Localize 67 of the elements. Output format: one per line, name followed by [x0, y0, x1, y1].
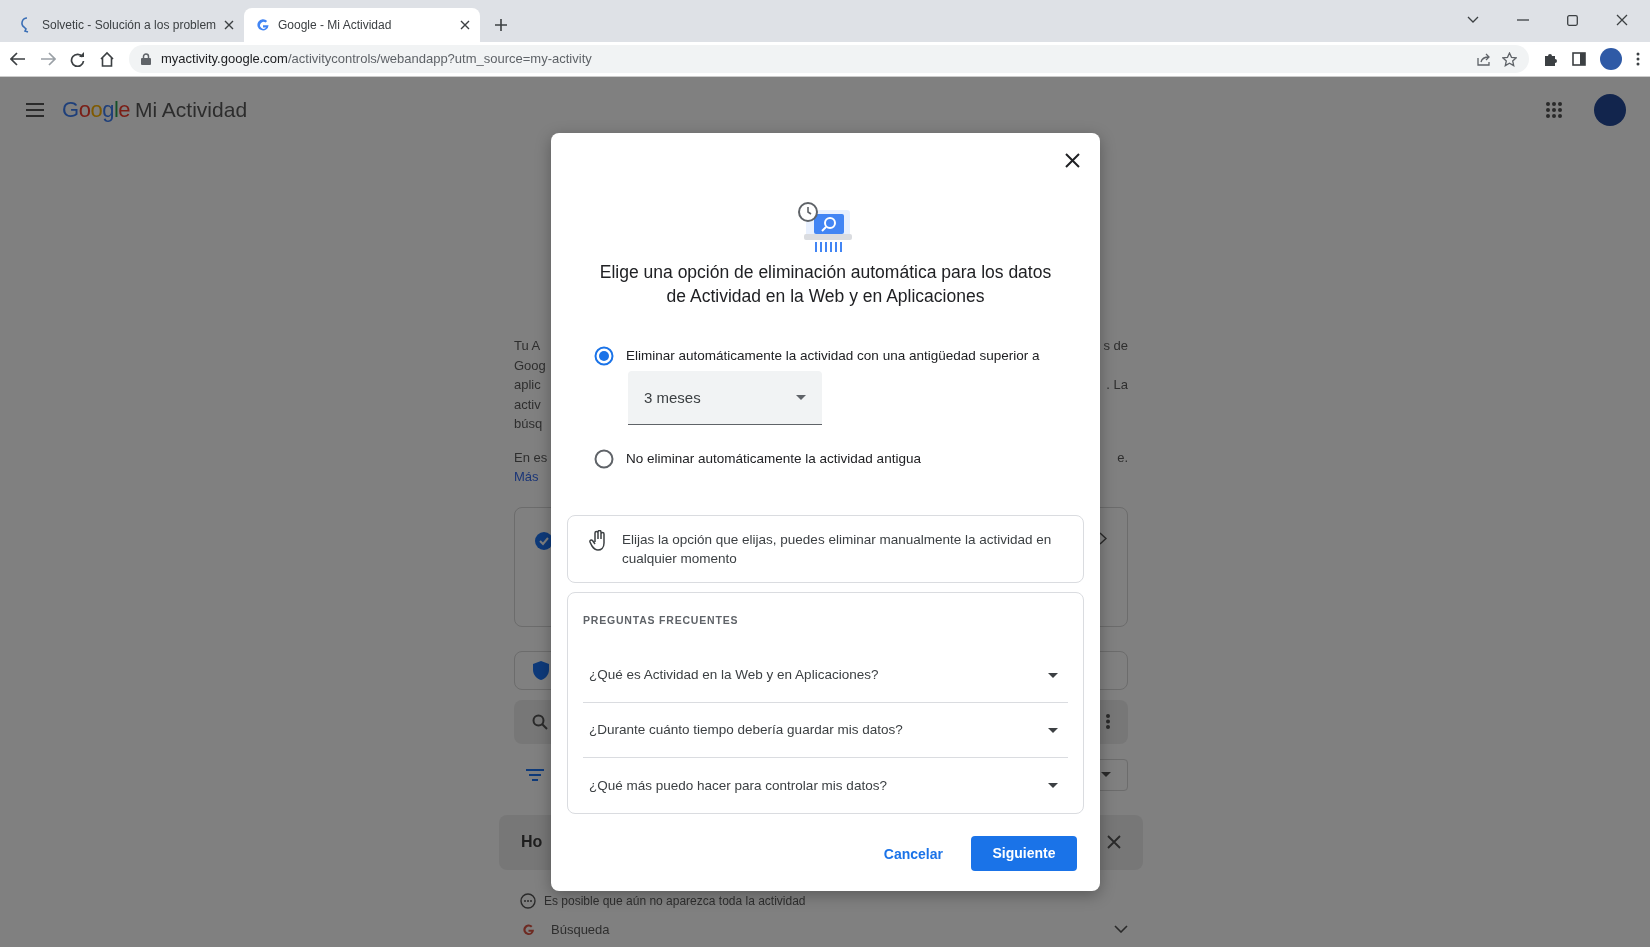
browser-tab[interactable]: Google - Mi Actividad — [244, 8, 480, 42]
lock-icon — [141, 53, 151, 65]
caret-icon — [1101, 772, 1111, 777]
app-title: Mi Actividad — [135, 96, 248, 123]
cancel-button[interactable]: Cancelar — [871, 836, 955, 874]
chevron-down-icon[interactable] — [1467, 16, 1479, 24]
maximize-icon[interactable] — [1567, 14, 1578, 26]
dialog-heading: Elige una opción de eliminación automática para los datos de Actividad en la Web y en Aplicaciones — [598, 261, 1053, 308]
search-icon — [532, 713, 548, 730]
paragraph-text: e. — [1117, 448, 1128, 467]
browser-tab[interactable]: Solvetic - Solución a los problem — [8, 8, 244, 42]
caret-icon — [1048, 672, 1058, 678]
address-bar[interactable]: myactivity.google.com/activitycontrols/webandapp?utm_source=my-activity — [129, 45, 1529, 73]
filter-icon[interactable] — [526, 768, 544, 781]
caret-icon — [796, 395, 806, 401]
more-menu-icon[interactable] — [1636, 52, 1640, 66]
google-logo: Google — [62, 96, 130, 124]
paragraph-text: Tu A — [514, 337, 541, 355]
faq-item[interactable]: ¿Qué es Actividad en la Web y en Aplicaciones? — [583, 648, 1068, 704]
paragraph-text: . La — [1106, 376, 1128, 394]
apps-grid-icon[interactable] — [1546, 101, 1562, 118]
info-text: Elijas la opción que elijas, puedes eliminar manualmente la actividad en cualquier momento — [622, 530, 1053, 568]
paragraph-text: aplic — [514, 376, 541, 394]
url-text: myactivity.google.com/activitycontrols/webandapp?utm_source=my-activity — [161, 50, 592, 69]
paragraph-text: En es — [514, 448, 548, 467]
radio-button[interactable] — [594, 346, 614, 367]
radio-button[interactable] — [594, 449, 614, 470]
caret-icon — [1048, 783, 1058, 789]
close-icon[interactable] — [460, 20, 470, 30]
faq-item[interactable]: ¿Qué más puedo hacer para controlar mis datos? — [583, 758, 1068, 814]
history-title: Ho — [521, 832, 543, 852]
side-panel-icon[interactable] — [1572, 52, 1586, 66]
caret-icon — [1048, 727, 1058, 733]
next-button[interactable]: Siguiente — [971, 836, 1077, 872]
option-label: Eliminar automáticamente la actividad con una antigüedad superior a — [626, 347, 1040, 365]
profile-avatar-icon[interactable] — [1600, 48, 1622, 70]
g-favicon-icon — [256, 18, 270, 32]
faq-item[interactable]: ¿Durante cuánto tiempo debería guardar mis datos? — [583, 703, 1068, 759]
more-menu-icon — [1106, 714, 1110, 729]
star-icon[interactable] — [1502, 51, 1517, 67]
paragraph-text: activ — [514, 395, 541, 414]
period-select[interactable]: 3 meses — [628, 371, 822, 426]
tab-title: Google - Mi Actividad — [278, 17, 393, 34]
paragraph-text: s de — [1103, 337, 1128, 355]
account-avatar-icon[interactable] — [1594, 93, 1626, 126]
tab-title: Solvetic - Solución a los problem — [42, 17, 217, 34]
forward-arrow-icon[interactable] — [40, 52, 56, 66]
shield-icon — [533, 660, 549, 680]
home-icon[interactable] — [99, 51, 115, 67]
notice-text: Es posible que aún no aparezca toda la actividad — [544, 892, 806, 910]
chevron-right-icon[interactable] — [1099, 531, 1107, 545]
paragraph-text: Goog — [514, 356, 546, 375]
group-title[interactable]: Búsqueda — [551, 919, 610, 939]
reload-icon[interactable] — [70, 51, 85, 67]
close-icon[interactable] — [1616, 14, 1628, 26]
paragraph-text: búsq — [514, 415, 543, 433]
puzzle-icon[interactable] — [1543, 51, 1558, 67]
g-logo-icon — [522, 922, 535, 936]
faq-title: PREGUNTAS FRECUENTES — [583, 612, 740, 628]
share-icon[interactable] — [1477, 52, 1492, 66]
option-label: No eliminar automáticamente la actividad antigua — [626, 450, 921, 469]
close-icon[interactable] — [224, 20, 235, 30]
menu-icon[interactable] — [26, 102, 44, 117]
chevron-down-icon[interactable] — [1114, 925, 1128, 934]
back-arrow-icon[interactable] — [10, 52, 26, 66]
new-tab-icon[interactable] — [494, 18, 508, 32]
more-circle-icon — [520, 892, 536, 909]
